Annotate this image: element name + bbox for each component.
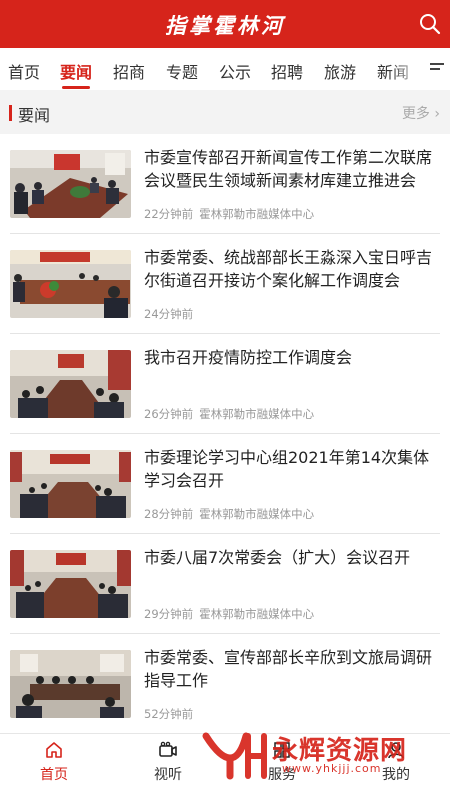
- news-thumbnail[interactable]: [10, 450, 131, 518]
- news-thumbnail[interactable]: [10, 350, 131, 418]
- news-meta: 52分钟前: [144, 706, 199, 722]
- section-header: 要闻 更多 ›: [0, 90, 450, 134]
- nav-home-label: 首页: [40, 767, 68, 783]
- app-brand-title: 指掌霍林河: [165, 13, 285, 38]
- news-time: 26分钟前: [144, 407, 194, 421]
- nav-video[interactable]: 视听: [133, 734, 203, 785]
- search-icon[interactable]: [416, 10, 444, 38]
- news-item[interactable]: 市委常委、宣传部部长辛欣到文旅局调研指导工作 52分钟前: [0, 634, 450, 734]
- tab-tourism[interactable]: 旅游: [324, 59, 356, 83]
- news-thumbnail[interactable]: [10, 550, 131, 618]
- news-item[interactable]: 我市召开疫情防控工作调度会 26分钟前 霍林郭勒市融媒体中心: [0, 334, 450, 434]
- tab-jobs[interactable]: 招聘: [271, 59, 303, 83]
- news-time: 28分钟前: [144, 507, 194, 521]
- tab-notices[interactable]: 公示: [219, 59, 251, 83]
- news-item[interactable]: 市委八届7次常委会（扩大）会议召开 29分钟前 霍林郭勒市融媒体中心: [0, 534, 450, 634]
- tabs-fade: [388, 48, 428, 90]
- news-source: 霍林郭勒市融媒体中心: [199, 207, 315, 221]
- menu-icon[interactable]: [430, 62, 446, 76]
- tab-investment[interactable]: 招商: [113, 59, 145, 83]
- nav-video-label: 视听: [154, 767, 182, 783]
- news-source: 霍林郭勒市融媒体中心: [199, 507, 315, 521]
- news-title: 市委八届7次常委会（扩大）会议召开: [144, 548, 411, 567]
- category-tabs: 首页 要闻 招商 专题 公示 招聘 旅游 新闻: [0, 48, 450, 90]
- section-title: 要闻: [18, 106, 51, 125]
- news-source: 霍林郭勒市融媒体中心: [199, 607, 315, 621]
- news-source: 霍林郭勒市融媒体中心: [199, 407, 315, 421]
- news-title: 市委理论学习中心组2021年第14次集体学习会召开: [144, 448, 430, 490]
- news-meta: 26分钟前 霍林郭勒市融媒体中心: [144, 406, 314, 422]
- watermark-logo: [202, 732, 267, 780]
- video-icon: [159, 741, 177, 757]
- active-tab-indicator: [62, 86, 90, 89]
- news-thumbnail[interactable]: [10, 150, 131, 218]
- tab-home[interactable]: 首页: [8, 59, 40, 83]
- watermark-url: www.yhkjjj.com: [282, 762, 382, 775]
- watermark: 永辉资源网 www.yhkjjj.com: [200, 728, 440, 780]
- news-meta: 24分钟前: [144, 306, 199, 322]
- news-meta: 22分钟前 霍林郭勒市融媒体中心: [144, 206, 314, 222]
- news-time: 29分钟前: [144, 607, 194, 621]
- nav-home[interactable]: 首页: [19, 734, 89, 785]
- news-title: 我市召开疫情防控工作调度会: [144, 348, 353, 367]
- news-thumbnail[interactable]: [10, 250, 131, 318]
- news-item[interactable]: 市委理论学习中心组2021年第14次集体学习会召开 28分钟前 霍林郭勒市融媒体中…: [0, 434, 450, 534]
- news-meta: 29分钟前 霍林郭勒市融媒体中心: [144, 606, 314, 622]
- tab-news-highlights[interactable]: 要闻: [60, 59, 92, 83]
- tab-topics[interactable]: 专题: [166, 59, 198, 83]
- home-icon: [46, 742, 62, 758]
- news-thumbnail[interactable]: [10, 650, 131, 718]
- news-time: 52分钟前: [144, 707, 194, 721]
- news-title: 市委常委、宣传部部长辛欣到文旅局调研指导工作: [144, 648, 433, 690]
- app-header: 指掌霍林河: [0, 0, 450, 48]
- news-meta: 28分钟前 霍林郭勒市融媒体中心: [144, 506, 314, 522]
- news-item[interactable]: 市委常委、统战部部长王淼深入宝日呼吉尔街道召开接访个案化解工作调度会 24分钟前: [0, 234, 450, 334]
- section-marker: [9, 105, 12, 121]
- news-item[interactable]: 市委宣传部召开新闻宣传工作第二次联席会议暨民生领域新闻素材库建立推进会 22分钟…: [0, 134, 450, 234]
- more-link[interactable]: 更多 ›: [402, 103, 440, 123]
- news-time: 24分钟前: [144, 307, 194, 321]
- news-time: 22分钟前: [144, 207, 194, 221]
- more-label: 更多: [401, 106, 430, 122]
- news-title: 市委宣传部召开新闻宣传工作第二次联席会议暨民生领域新闻素材库建立推进会: [144, 148, 433, 190]
- news-title: 市委常委、统战部部长王淼深入宝日呼吉尔街道召开接访个案化解工作调度会: [144, 248, 433, 290]
- chevron-right-icon: ›: [434, 106, 440, 122]
